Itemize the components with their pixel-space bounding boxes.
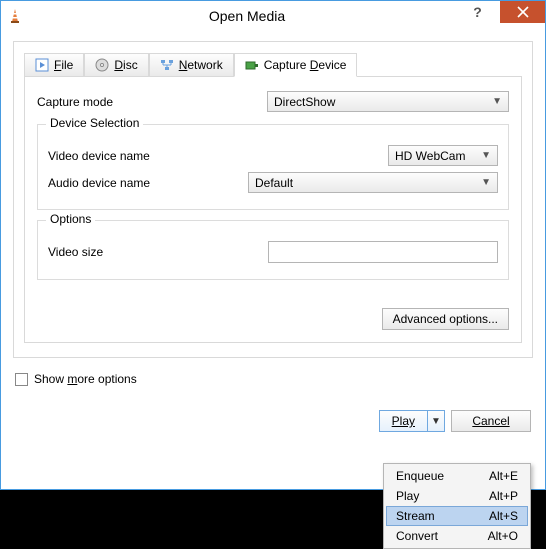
audio-device-select[interactable]: Default ▼: [248, 172, 498, 193]
help-button[interactable]: ?: [455, 1, 500, 23]
chevron-down-icon: ▼: [481, 150, 491, 161]
capture-mode-row: Capture mode DirectShow ▼: [37, 91, 509, 112]
capture-mode-select[interactable]: DirectShow ▼: [267, 91, 509, 112]
video-size-input[interactable]: [268, 241, 498, 263]
audio-device-row: Audio device name Default ▼: [48, 172, 498, 193]
tab-disc-rest: isc: [123, 58, 138, 72]
advanced-row: Advanced options...: [37, 308, 509, 330]
menu-stream-shortcut: Alt+S: [489, 509, 518, 523]
tab-capture-rest: evice: [318, 58, 346, 72]
close-button[interactable]: [500, 1, 545, 23]
menu-item-convert[interactable]: Convert Alt+O: [386, 526, 528, 546]
disc-icon: [95, 58, 109, 72]
menu-enqueue-label: Enqueue: [396, 469, 444, 483]
chevron-down-icon: ▼: [481, 177, 491, 188]
tab-file[interactable]: File: [24, 53, 84, 77]
show-more-row: Show more options: [15, 372, 531, 386]
tab-file-rest: ile: [61, 58, 73, 72]
audio-device-label: Audio device name: [48, 176, 208, 190]
show-more-checkbox[interactable]: [15, 373, 28, 386]
show-more-label[interactable]: Show more options: [34, 372, 137, 386]
capture-mode-label: Capture mode: [37, 95, 267, 109]
options-title: Options: [46, 212, 95, 226]
tab-capture-device[interactable]: Capture Device: [234, 53, 358, 77]
advanced-options-button[interactable]: Advanced options...: [382, 308, 509, 330]
tab-bar: File Disc Network: [24, 53, 522, 77]
device-selection-group: Device Selection Video device name HD We…: [37, 124, 509, 210]
dialog-footer: Play ▼ Cancel: [1, 396, 545, 446]
video-device-select[interactable]: HD WebCam ▼: [388, 145, 498, 166]
play-button-dropdown[interactable]: ▼: [428, 411, 444, 431]
menu-item-enqueue[interactable]: Enqueue Alt+E: [386, 466, 528, 486]
menu-stream-label: Stream: [396, 509, 435, 523]
video-size-row: Video size: [48, 241, 498, 263]
audio-device-value: Default: [255, 176, 293, 190]
file-icon: [35, 58, 49, 72]
capture-pane: Capture mode DirectShow ▼ Device Selecti…: [24, 76, 522, 343]
play-split-button[interactable]: Play ▼: [379, 410, 445, 432]
capture-icon: [245, 58, 259, 72]
video-device-label: Video device name: [48, 149, 208, 163]
tab-capture-pre: Capture: [264, 58, 310, 72]
menu-convert-label: Convert: [396, 529, 438, 543]
tab-network[interactable]: Network: [149, 53, 234, 77]
play-button-main[interactable]: Play: [380, 411, 428, 431]
menu-item-play[interactable]: Play Alt+P: [386, 486, 528, 506]
video-device-row: Video device name HD WebCam ▼: [48, 145, 498, 166]
tab-disc[interactable]: Disc: [84, 53, 148, 77]
vlc-cone-icon: [7, 8, 23, 24]
device-selection-title: Device Selection: [46, 116, 143, 130]
tab-network-rest: etwork: [187, 58, 222, 72]
cancel-button[interactable]: Cancel: [451, 410, 531, 432]
video-size-label: Video size: [48, 245, 268, 259]
titlebar: Open Media ?: [1, 1, 545, 31]
chevron-down-icon: ▼: [492, 96, 502, 107]
title-buttons: ?: [455, 1, 545, 23]
tab-frame: File Disc Network: [13, 41, 533, 358]
network-icon: [160, 58, 174, 72]
menu-play-shortcut: Alt+P: [489, 489, 518, 503]
menu-enqueue-shortcut: Alt+E: [489, 469, 518, 483]
play-dropdown-menu: Enqueue Alt+E Play Alt+P Stream Alt+S Co…: [383, 463, 531, 549]
menu-play-label: Play: [396, 489, 419, 503]
menu-item-stream[interactable]: Stream Alt+S: [386, 506, 528, 526]
tab-disc-hotkey: D: [114, 58, 123, 72]
content-area: File Disc Network: [1, 31, 545, 396]
menu-convert-shortcut: Alt+O: [488, 529, 518, 543]
open-media-window: Open Media ? File Disc: [0, 0, 546, 490]
options-group: Options Video size: [37, 220, 509, 280]
video-device-value: HD WebCam: [395, 149, 465, 163]
capture-mode-value: DirectShow: [274, 95, 335, 109]
